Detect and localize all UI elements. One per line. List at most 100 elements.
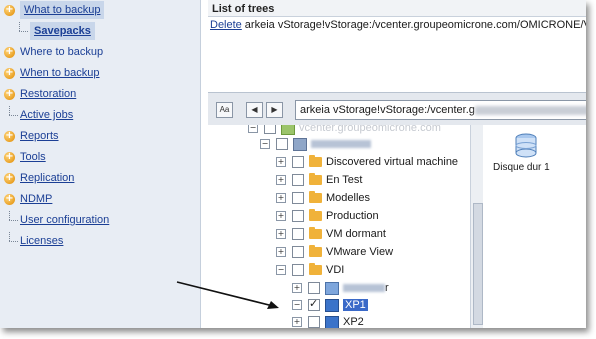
case-toggle-button[interactable]: Aa (216, 102, 233, 118)
sidebar-item-label[interactable]: Where to backup (20, 43, 103, 61)
tree-checkbox[interactable] (308, 316, 320, 328)
tree-label: r (385, 282, 389, 294)
expand-bullet-icon (4, 190, 15, 208)
tree-checkbox[interactable] (276, 138, 288, 150)
folder-icon (309, 227, 322, 239)
expand-bullet-icon (4, 64, 15, 82)
tree-checkbox[interactable] (292, 246, 304, 258)
sidebar-item-ndmp[interactable]: NDMP (4, 190, 52, 208)
vm-icon (325, 298, 339, 312)
tree-label: vcenter.groupeomicrone.com (299, 125, 441, 134)
expand-icon[interactable]: + (276, 157, 286, 167)
expand-icon[interactable]: + (292, 317, 302, 327)
tree-checkbox[interactable] (292, 228, 304, 240)
expand-bullet-icon (4, 148, 15, 166)
tree-checkbox[interactable] (292, 156, 304, 168)
sidebar-item-replication[interactable]: Replication (4, 169, 74, 187)
folder-icon (309, 155, 322, 167)
tree-scrollbar[interactable] (470, 125, 483, 328)
sidebar-item-restoration[interactable]: Restoration (4, 85, 76, 103)
tree-row-selected[interactable]: − XP1 (292, 297, 368, 313)
expand-icon[interactable]: + (276, 247, 286, 257)
expand-bullet-icon (4, 127, 15, 145)
tree-checkbox[interactable] (292, 264, 304, 276)
expand-bullet-icon (4, 43, 15, 61)
tree-checkbox[interactable] (292, 192, 304, 204)
sidebar-item-user-configuration[interactable]: User configuration (4, 211, 109, 229)
tree-checkbox[interactable] (292, 174, 304, 186)
tree-label: VM dormant (326, 228, 386, 240)
datacenter-icon (293, 137, 307, 151)
tree-row[interactable]: + XP2 (292, 314, 364, 328)
tree-row[interactable]: + Production (276, 208, 379, 224)
tree-checkbox[interactable] (308, 282, 320, 294)
tree-row[interactable]: + Modelles (276, 190, 370, 206)
list-item: Delete arkeia vStorage!vStorage:/vcenter.… (210, 19, 586, 31)
collapse-icon[interactable]: − (276, 265, 286, 275)
tree-label: XP2 (343, 316, 364, 328)
expand-icon[interactable]: + (276, 193, 286, 203)
collapse-icon[interactable]: − (248, 125, 258, 133)
tree-checkbox[interactable] (264, 125, 276, 134)
sidebar-item-label[interactable]: NDMP (20, 190, 52, 208)
hard-disk-icon[interactable] (515, 133, 537, 159)
tree-checkbox-checked[interactable] (308, 297, 320, 311)
tree-row-datacenter[interactable]: − (260, 136, 371, 152)
sidebar-item-label[interactable]: When to backup (20, 64, 100, 82)
path-field[interactable]: arkeia vStorage!vStorage:/vcenter.gOM (295, 100, 586, 120)
collapse-icon[interactable]: − (260, 139, 270, 149)
sidebar-item-label[interactable]: Licenses (20, 232, 63, 250)
tree-connector-icon (4, 232, 18, 250)
tree-row-root[interactable]: − vcenter.groupeomicrone.com (248, 125, 441, 136)
tree-label: Production (326, 210, 379, 222)
expand-icon[interactable]: + (276, 175, 286, 185)
vm-icon (325, 315, 339, 328)
sidebar-item-label[interactable]: Active jobs (20, 106, 73, 124)
collapse-icon[interactable]: − (292, 300, 302, 310)
sidebar-item-label[interactable]: Replication (20, 169, 74, 187)
tree-checkbox[interactable] (292, 210, 304, 222)
tree-connector-icon (14, 22, 28, 40)
sidebar-item-label[interactable]: Restoration (20, 85, 76, 103)
tree-label: VDI (326, 264, 345, 276)
sidebar: What to backup Savepacks Where to backup… (0, 0, 201, 328)
sidebar-item-licenses[interactable]: Licenses (4, 232, 63, 250)
forward-button[interactable]: ▶ (266, 102, 283, 118)
folder-icon (309, 173, 322, 185)
folder-icon (309, 191, 322, 203)
app-window: What to backup Savepacks Where to backup… (0, 0, 586, 328)
sidebar-item-label[interactable]: Savepacks (30, 22, 95, 40)
tree-label: En Test (326, 174, 363, 186)
expand-icon[interactable]: + (276, 211, 286, 221)
scrollbar-thumb[interactable] (473, 203, 483, 325)
tree-row[interactable]: − VDI (276, 262, 344, 278)
delete-link[interactable]: Delete (210, 19, 242, 31)
redacted-region (343, 284, 385, 292)
back-button[interactable]: ◀ (246, 102, 263, 118)
sidebar-item-what-to-backup[interactable]: What to backup (4, 1, 105, 19)
tree-entry-text: arkeia vStorage!vStorage:/vcenter.groupe… (244, 19, 586, 31)
panel-title: List of trees (212, 3, 275, 15)
disk-label: Disque dur 1 (493, 162, 550, 173)
expand-icon[interactable]: + (276, 229, 286, 239)
sidebar-item-label[interactable]: User configuration (20, 211, 109, 229)
tree-list: Delete arkeia vStorage!vStorage:/vcenter.… (208, 16, 586, 93)
expand-icon[interactable]: + (292, 283, 302, 293)
tree-row[interactable]: + VMware View (276, 244, 393, 260)
tree-row[interactable]: + r (292, 280, 389, 296)
sidebar-item-where-to-backup[interactable]: Where to backup (4, 43, 103, 61)
sidebar-item-label[interactable]: Reports (20, 127, 59, 145)
sidebar-item-label[interactable]: What to backup (20, 1, 105, 19)
sidebar-item-tools[interactable]: Tools (4, 148, 46, 166)
tree-row[interactable]: + Discovered virtual machine (276, 154, 458, 170)
sidebar-item-savepacks[interactable]: Savepacks (14, 22, 95, 40)
annotation-arrow-icon (176, 281, 279, 309)
tree-row[interactable]: + VM dormant (276, 226, 386, 242)
tree-label: XP1 (343, 299, 368, 311)
expand-bullet-icon (4, 1, 15, 19)
sidebar-item-active-jobs[interactable]: Active jobs (4, 106, 73, 124)
sidebar-item-when-to-backup[interactable]: When to backup (4, 64, 100, 82)
tree-row[interactable]: + En Test (276, 172, 363, 188)
sidebar-item-label[interactable]: Tools (20, 148, 46, 166)
sidebar-item-reports[interactable]: Reports (4, 127, 59, 145)
